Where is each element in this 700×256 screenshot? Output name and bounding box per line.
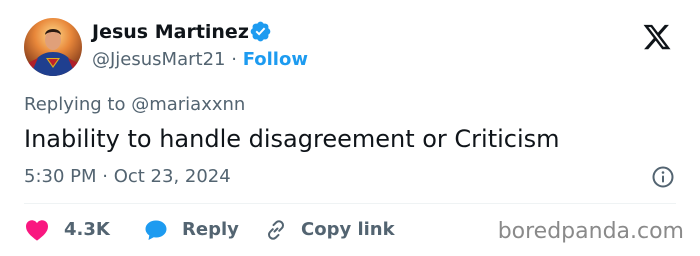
info-icon[interactable] (651, 165, 675, 189)
tweet-text: Inability to handle disagreement or Crit… (24, 125, 560, 153)
author-handle[interactable]: @JjesusMart21 (92, 49, 225, 70)
handle-line: @JjesusMart21 · Follow (92, 48, 308, 72)
link-icon (268, 220, 284, 240)
replying-to[interactable]: Replying to @mariaxxnn (24, 93, 245, 117)
copy-link-button[interactable]: Copy link (264, 218, 395, 242)
author-name[interactable]: Jesus Martinez (92, 20, 249, 44)
x-logo-icon[interactable] (641, 22, 673, 52)
follow-button[interactable]: Follow (243, 49, 308, 70)
reply-label: Reply (182, 219, 239, 240)
superman-avatar-icon (24, 18, 82, 76)
reply-button[interactable]: Reply (144, 218, 239, 242)
divider (24, 203, 676, 204)
tweet-card: Jesus Martinez @JjesusMart21 · Follow Re… (0, 0, 700, 256)
heart-icon (26, 220, 48, 241)
like-button[interactable]: 4.3K (25, 218, 110, 242)
copy-link-label: Copy link (301, 219, 395, 240)
tweet-timestamp[interactable]: 5:30 PM · Oct 23, 2024 (24, 165, 231, 189)
like-count: 4.3K (64, 219, 110, 240)
speech-bubble-icon (145, 220, 167, 240)
source-watermark: boredpanda.com (497, 219, 684, 244)
verified-badge-icon (250, 21, 271, 42)
author-avatar[interactable] (24, 18, 82, 76)
handle-separator: · (231, 49, 237, 70)
